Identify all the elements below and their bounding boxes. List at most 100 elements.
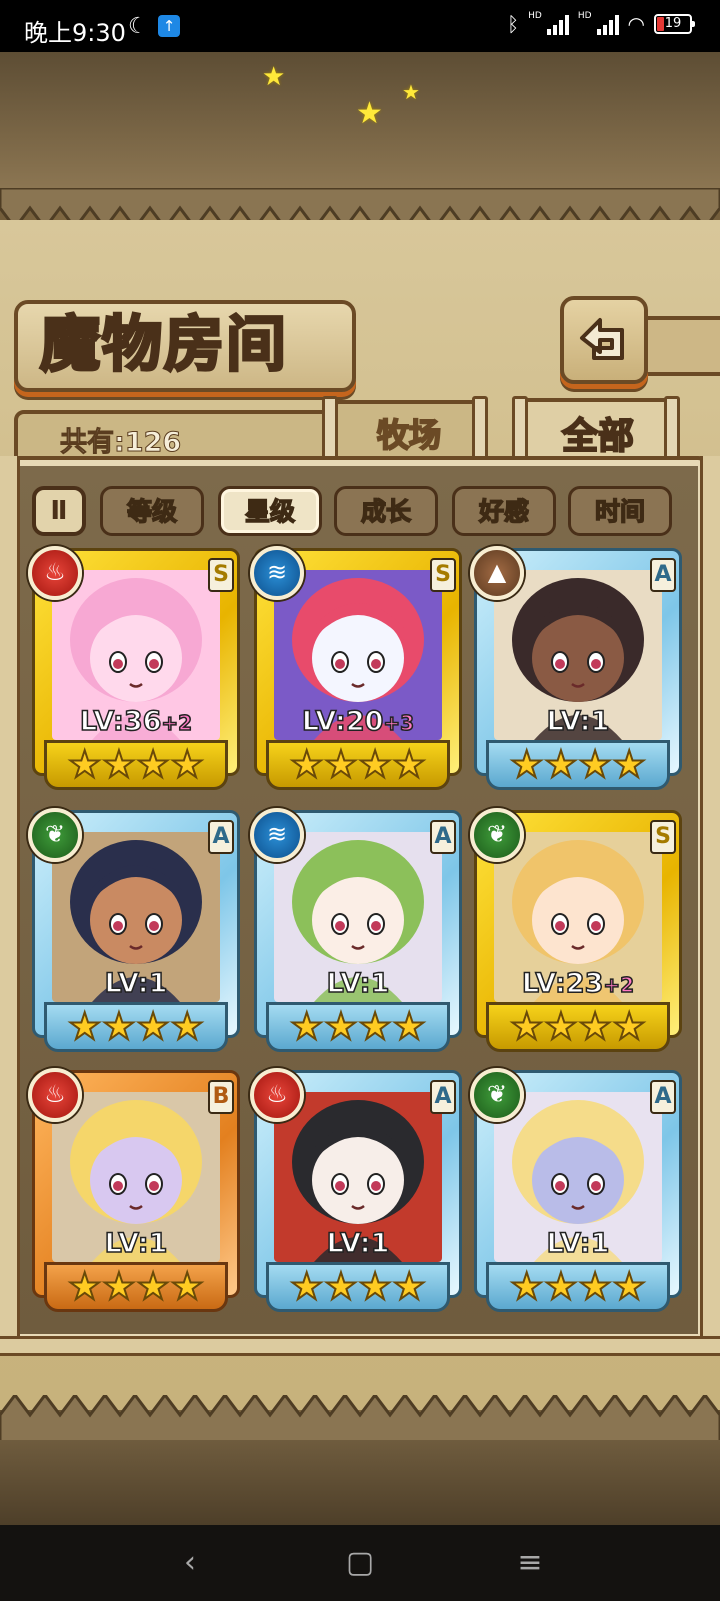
level-label: LV:1: [274, 967, 442, 1000]
star-icon: ★: [543, 743, 578, 786]
star-rating: ★ ★ ★ ★: [266, 1264, 450, 1310]
star-icon: ★: [170, 1265, 205, 1308]
panel-frame-bottom: [0, 1336, 720, 1356]
star-rating: ★ ★ ★ ★: [44, 742, 228, 788]
star-icon: ★: [101, 1265, 136, 1308]
star-rating: ★ ★ ★ ★: [486, 1264, 670, 1310]
star-icon: ★: [135, 1005, 170, 1048]
fire-element-icon: ♨: [28, 1068, 82, 1122]
level-label: LV:1: [52, 967, 220, 1000]
sort-star-button[interactable]: 星级: [218, 486, 322, 536]
rank-badge: A: [650, 558, 676, 592]
level-value: LV:1: [546, 1227, 610, 1260]
status-time: 晚上9:30: [24, 19, 126, 47]
earth-element-icon: ▲: [470, 546, 524, 600]
star-decoration-icon: ★: [356, 96, 383, 131]
tab-ranch[interactable]: 牧场: [333, 400, 485, 462]
status-icons: ᛒ HD HD ◠ 19: [507, 11, 695, 36]
rank-badge: B: [208, 1080, 234, 1114]
star-decoration-icon: ★: [402, 80, 420, 104]
hd-label: HD: [528, 11, 542, 21]
nav-home-icon[interactable]: ▢: [330, 1541, 390, 1585]
level-value: LV:1: [326, 967, 390, 1000]
battery-level: 19: [664, 16, 682, 31]
star-icon: ★: [509, 1265, 544, 1308]
monster-card[interactable]: ≋ S LV:20+3 ★ ★ ★ ★: [250, 546, 462, 793]
level-bonus: +2: [603, 972, 635, 998]
sort-affection-button[interactable]: 好感: [452, 486, 556, 536]
moon-icon: ☾: [128, 14, 148, 39]
monster-card[interactable]: ▲ A LV:1 ★ ★ ★ ★: [470, 546, 682, 793]
nav-back-icon[interactable]: ‹: [160, 1541, 220, 1585]
star-icon: ★: [135, 743, 170, 786]
sort-level-button[interactable]: 等级: [100, 486, 204, 536]
star-icon: ★: [67, 1265, 102, 1308]
sort-order-toggle[interactable]: Ⅱ: [32, 486, 86, 536]
star-icon: ★: [392, 1005, 427, 1048]
bottom-map-strip: [0, 1440, 720, 1525]
star-icon: ★: [612, 1265, 647, 1308]
panel-frame-right: [700, 456, 720, 1344]
level-value: LV:1: [104, 967, 168, 1000]
rank-badge: S: [430, 558, 456, 592]
level-label: LV:1: [494, 705, 662, 738]
star-icon: ★: [612, 743, 647, 786]
page-title: 魔物房间: [39, 309, 288, 382]
rank-badge: A: [430, 820, 456, 854]
star-icon: ★: [543, 1005, 578, 1048]
rank-badge: S: [650, 820, 676, 854]
level-bonus: +2: [161, 710, 193, 736]
tab-post: [472, 396, 488, 462]
tab-post: [664, 396, 680, 468]
level-value: LV:1: [104, 1227, 168, 1260]
upload-icon: ↑: [158, 15, 180, 37]
monster-card[interactable]: ♨ S LV:36+2 ★ ★ ★ ★: [28, 546, 240, 793]
monster-card[interactable]: ♨ A LV:1 ★ ★ ★ ★: [250, 1068, 462, 1315]
star-icon: ★: [357, 1265, 392, 1308]
back-button[interactable]: [560, 296, 648, 384]
monster-card[interactable]: ❦ S LV:23+2 ★ ★ ★ ★: [470, 808, 682, 1055]
system-nav-bar: ‹ ▢ ≡: [0, 1525, 720, 1601]
monster-count: 共有:126: [59, 427, 182, 459]
star-decoration-icon: ★: [262, 62, 286, 92]
star-rating: ★ ★ ★ ★: [266, 1004, 450, 1050]
level-label: LV:1: [274, 1227, 442, 1260]
monster-card[interactable]: ❦ A LV:1 ★ ★ ★ ★: [470, 1068, 682, 1315]
level-label: LV:36+2: [52, 705, 220, 738]
star-icon: ★: [357, 1005, 392, 1048]
star-rating: ★ ★ ★ ★: [486, 1004, 670, 1050]
monster-card[interactable]: ≋ A LV:1 ★ ★ ★ ★: [250, 808, 462, 1055]
sort-growth-button[interactable]: 成长: [334, 486, 438, 536]
star-icon: ★: [67, 743, 102, 786]
star-icon: ★: [392, 1265, 427, 1308]
fire-element-icon: ♨: [28, 546, 82, 600]
level-label: LV:20+3: [274, 705, 442, 738]
tab-all[interactable]: 全部: [522, 398, 674, 468]
rank-badge: A: [430, 1080, 456, 1114]
monster-card[interactable]: ❦ A LV:1 ★ ★ ★ ★: [28, 808, 240, 1055]
status-bar: 晚上9:30 ☾ ↑ ᛒ HD HD ◠ 19: [0, 0, 720, 52]
star-icon: ★: [509, 1005, 544, 1048]
nav-menu-icon[interactable]: ≡: [500, 1541, 560, 1585]
rank-badge: A: [650, 1080, 676, 1114]
return-icon: [580, 318, 624, 360]
monster-card[interactable]: ♨ B LV:1 ★ ★ ★ ★: [28, 1068, 240, 1315]
water-element-icon: ≋: [250, 808, 304, 862]
signal-icon: [596, 13, 619, 35]
wifi-icon: ◠: [627, 12, 645, 36]
star-icon: ★: [323, 1005, 358, 1048]
star-icon: ★: [135, 1265, 170, 1308]
sort-time-button[interactable]: 时间: [568, 486, 672, 536]
star-icon: ★: [577, 1265, 612, 1308]
star-icon: ★: [577, 743, 612, 786]
signal-icon: [546, 13, 569, 35]
water-element-icon: ≋: [250, 546, 304, 600]
star-rating: ★ ★ ★ ★: [486, 742, 670, 788]
star-icon: ★: [577, 1005, 612, 1048]
rank-badge: S: [208, 558, 234, 592]
star-icon: ★: [289, 1265, 324, 1308]
level-label: LV:1: [494, 1227, 662, 1260]
level-value: LV:23: [521, 967, 604, 1000]
level-bonus: +3: [383, 710, 415, 736]
battery-icon: 19: [654, 14, 695, 34]
